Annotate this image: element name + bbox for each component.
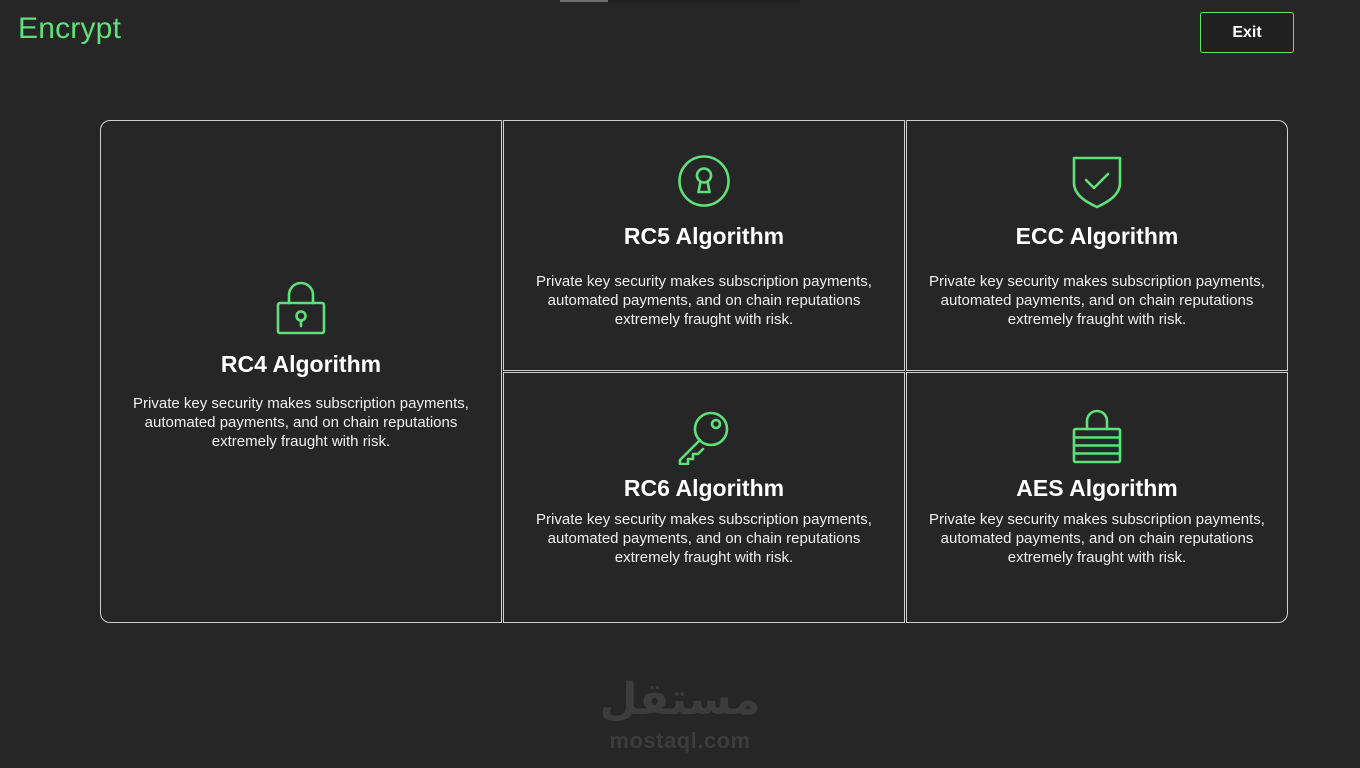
card-ecc-algorithm[interactable]: ECC Algorithm Private key security makes…	[906, 120, 1288, 371]
card-description: Private key security makes subscription …	[929, 511, 1265, 566]
exit-button[interactable]: Exit	[1200, 12, 1294, 53]
card-description: Private key security makes subscription …	[929, 273, 1265, 328]
app-title: Encrypt	[18, 12, 122, 45]
card-title: RC5 Algorithm	[623, 223, 785, 249]
card-rc4-algorithm[interactable]: RC4 Algorithm Private key security makes…	[100, 120, 502, 623]
card-description: Private key security makes subscription …	[536, 273, 872, 328]
algorithm-grid: RC4 Algorithm Private key security makes…	[100, 120, 1288, 623]
card-title: ECC Algorithm	[1015, 223, 1179, 249]
watermark-arabic-text: مستقل	[599, 674, 761, 725]
mostaql-watermark-logo: مستقل mostaql.com	[580, 672, 780, 754]
striped-lock-icon	[1069, 409, 1125, 465]
shield-check-icon	[1069, 153, 1125, 209]
key-icon	[676, 409, 732, 465]
card-title: AES Algorithm	[1016, 475, 1178, 501]
keyhole-icon	[676, 153, 732, 209]
card-aes-algorithm[interactable]: AES Algorithm Private key security makes…	[906, 372, 1288, 623]
top-tab-indicator-active	[560, 0, 608, 2]
padlock-icon	[273, 281, 329, 337]
card-title: RC4 Algorithm	[220, 351, 382, 377]
card-rc5-algorithm[interactable]: RC5 Algorithm Private key security makes…	[503, 120, 905, 371]
card-description: Private key security makes subscription …	[133, 395, 469, 450]
card-description: Private key security makes subscription …	[536, 511, 872, 566]
watermark-latin-text: mostaql.com	[609, 728, 751, 753]
card-rc6-algorithm[interactable]: RC6 Algorithm Private key security makes…	[503, 372, 905, 623]
card-title: RC6 Algorithm	[623, 475, 785, 501]
top-tab-indicator	[560, 0, 800, 2]
